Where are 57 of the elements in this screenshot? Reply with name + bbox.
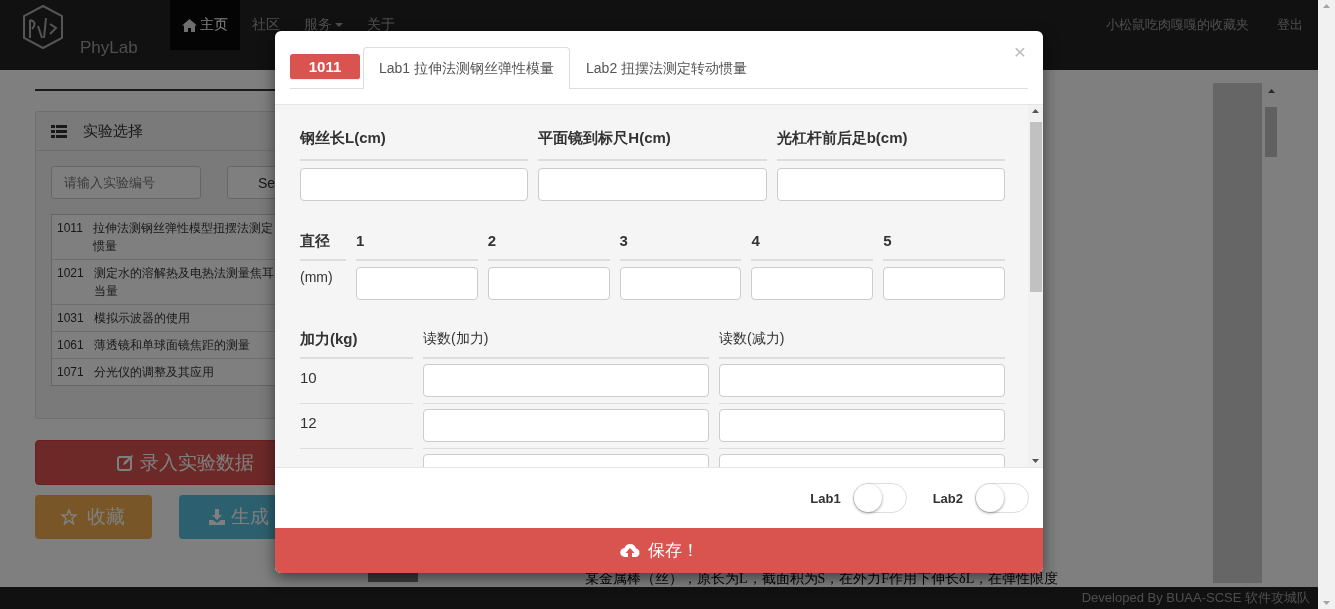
- list-icon: [51, 124, 67, 138]
- edit-icon: [116, 454, 134, 471]
- input-field[interactable]: [719, 409, 1005, 442]
- toggle-label: Lab1: [810, 490, 841, 506]
- table-cell: 10: [300, 359, 413, 404]
- nav-link[interactable]: 服务: [291, 0, 355, 50]
- scroll-down-icon[interactable]: [1032, 459, 1039, 463]
- logo-icon[interactable]: [20, 4, 66, 50]
- input-field[interactable]: [619, 267, 742, 300]
- scroll-up-icon[interactable]: [1267, 89, 1275, 93]
- unit-label: (mm): [300, 268, 334, 287]
- input-field[interactable]: [776, 168, 1005, 201]
- toggle-switch[interactable]: [852, 483, 907, 513]
- column-header: 2: [487, 232, 610, 261]
- toggle-switch[interactable]: [975, 483, 1029, 513]
- experiment-code: 1011: [290, 54, 360, 80]
- save-button[interactable]: 保存！: [275, 528, 1043, 573]
- toggle-label: Lab2: [932, 490, 963, 506]
- column-header: 加力(kg): [300, 330, 413, 359]
- input-field[interactable]: [751, 267, 874, 300]
- panel-title: 实验选择: [83, 121, 143, 141]
- home-icon: [181, 18, 197, 32]
- scroll-up-icon[interactable]: [1032, 109, 1039, 113]
- input-field[interactable]: [719, 364, 1005, 397]
- input-field[interactable]: [300, 168, 529, 201]
- star-icon: [61, 509, 78, 525]
- field-label: 钢丝长L(cm): [300, 105, 529, 161]
- table-cell: 12: [300, 404, 413, 449]
- field-label: 光杠杆前后足b(cm): [776, 105, 1005, 161]
- input-field[interactable]: [538, 168, 767, 201]
- input-field[interactable]: [487, 267, 610, 300]
- cloud-upload-icon: [619, 542, 640, 559]
- nav-link[interactable]: 主页: [169, 0, 240, 50]
- column-header: 读数(减力): [719, 330, 1005, 359]
- logout-link[interactable]: 登出: [1277, 16, 1303, 34]
- scrollbar-thumb[interactable]: [1029, 122, 1042, 292]
- search-field[interactable]: 请输入实验编号: [51, 166, 201, 199]
- column-header: 5: [883, 232, 1005, 261]
- nav-link[interactable]: 社区: [239, 0, 292, 50]
- favorites-link[interactable]: 小松鼠吃肉嘎嘎的收藏夹: [1106, 16, 1249, 34]
- field-label: 平面镜到标尺H(cm): [538, 105, 767, 161]
- lab-tab[interactable]: Lab2 扭摆法测定转动惯量: [570, 48, 764, 89]
- column-header: 4: [751, 232, 874, 261]
- brand-name[interactable]: PhyLab: [80, 38, 138, 58]
- close-button[interactable]: ×: [1013, 40, 1026, 64]
- column-header: 1: [356, 232, 478, 261]
- column-header: 3: [619, 232, 742, 261]
- download-icon: [208, 509, 225, 525]
- input-field[interactable]: [356, 267, 478, 300]
- footer-text: Developed By BUAA-SCSE 软件攻城队: [1081, 589, 1310, 607]
- column-header: 读数(加力): [423, 330, 709, 359]
- input-field[interactable]: [883, 267, 1005, 300]
- scrollbar-thumb[interactable]: [1265, 107, 1277, 157]
- lab-tab[interactable]: Lab1 拉伸法测钢丝弹性模量: [363, 47, 571, 89]
- input-field[interactable]: [423, 364, 709, 397]
- field-label: 直径: [300, 232, 346, 261]
- input-field[interactable]: [423, 409, 709, 442]
